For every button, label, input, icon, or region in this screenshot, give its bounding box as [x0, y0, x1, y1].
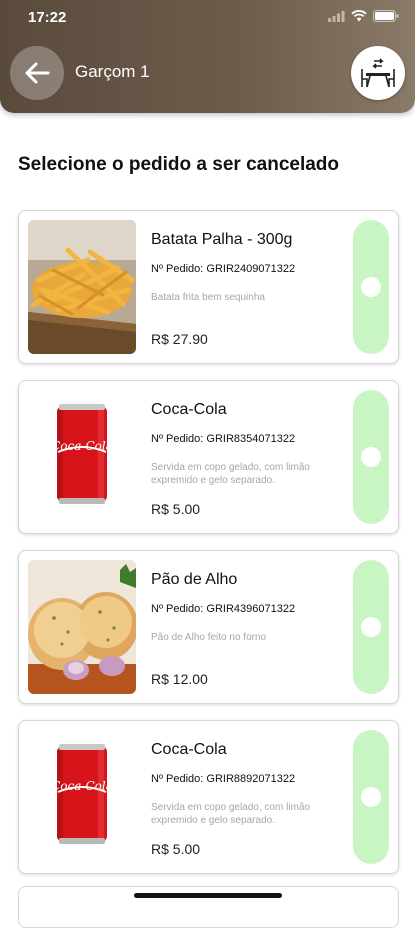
- select-order-button[interactable]: [353, 730, 389, 864]
- order-card[interactable]: Coca-Cola Coca-Cola Nº Pedido: GRIR83540…: [18, 380, 399, 534]
- select-order-button[interactable]: [353, 560, 389, 694]
- svg-text:Coca-Cola: Coca-Cola: [51, 439, 113, 453]
- item-price: R$ 5.00: [151, 841, 201, 857]
- radio-indicator: [361, 787, 381, 807]
- item-name: Pão de Alho: [151, 571, 238, 588]
- order-number: Nº Pedido: GRIR2409071322: [151, 263, 296, 275]
- item-price: R$ 12.00: [151, 671, 208, 687]
- radio-indicator: [361, 277, 381, 297]
- fries-image: [28, 220, 136, 354]
- back-button[interactable]: [10, 46, 64, 100]
- back-arrow-icon: [25, 62, 50, 84]
- order-number: Nº Pedido: GRIR8892071322: [151, 773, 296, 785]
- order-list: Batata Palha - 300g Nº Pedido: GRIR24090…: [18, 210, 399, 890]
- coke-image: Coca-Cola: [28, 390, 136, 524]
- select-order-button[interactable]: [353, 220, 389, 354]
- order-card[interactable]: Pão de Alho Nº Pedido: GRIR4396071322 Pã…: [18, 550, 399, 704]
- coke-image: Coca-Cola: [28, 730, 136, 864]
- order-card[interactable]: Coca-Cola Coca-Cola Nº Pedido: GRIR88920…: [18, 720, 399, 874]
- status-icons: [328, 10, 399, 22]
- garlic-bread-image: [28, 560, 136, 694]
- order-number: Nº Pedido: GRIR4396071322: [151, 603, 296, 615]
- svg-text:Coca-Cola: Coca-Cola: [51, 779, 113, 793]
- item-name: Coca-Cola: [151, 741, 227, 758]
- battery-icon: [373, 10, 399, 22]
- signal-icon: [328, 10, 345, 22]
- radio-indicator: [361, 617, 381, 637]
- item-description: Servida em copo gelado, com limão exprem…: [151, 802, 310, 826]
- home-indicator[interactable]: [134, 893, 282, 898]
- order-number: Nº Pedido: GRIR8354071322: [151, 433, 296, 445]
- item-name: Coca-Cola: [151, 401, 227, 418]
- radio-indicator: [361, 447, 381, 467]
- item-name: Batata Palha - 300g: [151, 231, 293, 248]
- page-title: Selecione o pedido a ser cancelado: [18, 154, 340, 175]
- app-header: 17:22 Garçom 1: [0, 0, 415, 113]
- header-title: Garçom 1: [75, 62, 150, 81]
- order-card[interactable]: Batata Palha - 300g Nº Pedido: GRIR24090…: [18, 210, 399, 364]
- item-price: R$ 27.90: [151, 331, 208, 347]
- wifi-icon: [351, 10, 367, 22]
- item-price: R$ 5.00: [151, 501, 201, 517]
- waiter-avatar[interactable]: [351, 46, 405, 100]
- item-description: Pão de Alho feito no forno: [151, 632, 267, 643]
- item-description: Batata frita bem sequinha: [151, 292, 265, 303]
- waiter-table-icon: [361, 58, 395, 88]
- select-order-button[interactable]: [353, 390, 389, 524]
- status-time: 17:22: [28, 9, 67, 26]
- item-description: Servida em copo gelado, com limão exprem…: [151, 462, 310, 486]
